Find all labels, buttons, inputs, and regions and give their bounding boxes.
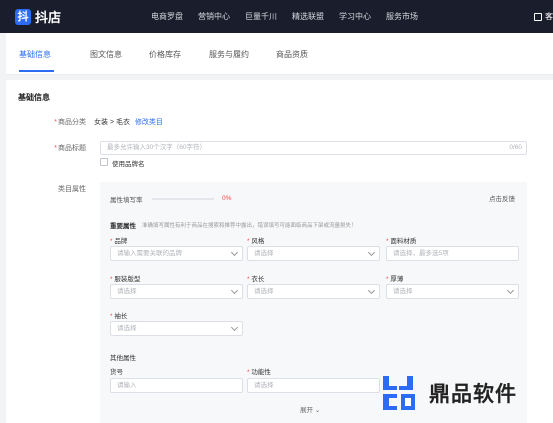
tab-basic-info[interactable]: 基础信息 (19, 49, 51, 60)
thickness-label: * 厚薄 (386, 276, 404, 283)
use-brand-label: 使用品牌名 (112, 161, 145, 168)
brand-placeholder: 请输入需要关联的品牌 (117, 250, 182, 257)
active-tab-indicator (19, 70, 54, 72)
basic-info-card: 基础信息 *商品分类 女装 > 毛衣 修改类目 *商品标题 最多允许输入30个汉… (6, 80, 553, 423)
nav-item-marketing[interactable]: 营销中心 (198, 11, 230, 22)
logo-icon: 抖 (15, 8, 31, 25)
title-placeholder: 最多允许输入30个汉字（60字符） (107, 144, 206, 151)
nav-item-alliance[interactable]: 精选联盟 (292, 11, 324, 22)
fit-placeholder: 请选择 (117, 288, 137, 295)
thickness-select[interactable]: 请选择 (386, 284, 519, 299)
tab-service[interactable]: 服务与履约 (209, 49, 249, 60)
sleeve-placeholder: 请选择 (117, 325, 137, 332)
tab-bar: 基础信息 图文信息 价格库存 服务与履约 商品资质 (6, 33, 553, 75)
category-value-row: 女装 > 毛衣 修改类目 (94, 117, 163, 127)
fabric-select[interactable]: 请选择，最多选5项 (386, 246, 519, 261)
function-label: * 功能性 (247, 369, 271, 376)
title-label-text: 商品标题 (58, 145, 86, 152)
fill-rate-value: 0% (222, 195, 232, 202)
tab-image-info[interactable]: 图文信息 (90, 49, 122, 60)
chevron-down-icon (506, 286, 515, 295)
section-title: 基础信息 (18, 93, 50, 102)
brand-label: * 品牌 (110, 238, 128, 245)
watermark: 鼎品软件 (383, 376, 517, 410)
service-icon (534, 12, 542, 21)
item-no-input[interactable]: 请输入 (110, 378, 243, 393)
function-select[interactable]: 请选择 (247, 378, 380, 393)
style-label: * 风格 (247, 238, 265, 245)
brand-select[interactable]: 请输入需要关联的品牌 (110, 246, 243, 261)
chevron-down-icon (367, 286, 376, 295)
customer-service-label: 客 (545, 12, 553, 21)
sleeve-label: * 袖长 (110, 313, 128, 320)
category-value: 女装 > 毛衣 (94, 119, 130, 126)
edit-category-link[interactable]: 修改类目 (135, 119, 163, 126)
feedback-link[interactable]: 点击反馈 (489, 193, 515, 203)
item-no-label: 货号 (110, 369, 123, 376)
important-attrs-tip: 准确填写属性有利于商品在搜索和推荐中露出，错误填写可能面临商品下架或流量损失！ (142, 223, 357, 229)
chevron-down-icon: ⌄ (314, 407, 321, 414)
function-placeholder: 请选择 (254, 382, 274, 389)
watermark-logo-icon (383, 376, 415, 410)
logo-text: 抖店 (35, 10, 62, 25)
chevron-down-icon (367, 248, 376, 257)
expand-toggle[interactable]: 展开 ⌄ (300, 404, 320, 414)
category-label-text: 商品分类 (58, 119, 86, 126)
style-select[interactable]: 请选择 (247, 246, 380, 261)
sleeve-select[interactable]: 请选择 (110, 321, 243, 336)
title-label: *商品标题 (6, 143, 86, 153)
length-label: * 衣长 (247, 276, 265, 283)
top-navbar: 抖 抖店 电商罗盘 营销中心 巨量千川 精选联盟 学习中心 服务市场 客 (0, 0, 553, 33)
product-title-input[interactable]: 最多允许输入30个汉字（60字符） 0/60 (100, 141, 527, 155)
other-attrs-title: 其他属性 (110, 355, 136, 362)
tab-price-stock[interactable]: 价格库存 (149, 49, 181, 60)
expand-label: 展开 (300, 407, 313, 414)
nav-item-compass[interactable]: 电商罗盘 (151, 11, 183, 22)
chevron-down-icon (230, 286, 239, 295)
chevron-down-icon (230, 323, 239, 332)
customer-service-link[interactable]: 客 (534, 11, 553, 22)
length-select[interactable]: 请选择 (247, 284, 380, 299)
category-label: *商品分类 (6, 117, 86, 127)
fit-label: * 服装版型 (110, 276, 141, 283)
nav-item-learning[interactable]: 学习中心 (339, 11, 371, 22)
item-no-placeholder: 请输入 (117, 382, 137, 389)
use-brand-checkbox[interactable] (100, 158, 108, 166)
fabric-label: * 面料材质 (386, 238, 417, 245)
important-attrs-title: 重要属性 (110, 223, 136, 230)
length-placeholder: 请选择 (254, 288, 274, 295)
fit-select[interactable]: 请选择 (110, 284, 243, 299)
top-nav: 电商罗盘 营销中心 巨量千川 精选联盟 学习中心 服务市场 (151, 11, 433, 22)
nav-item-qianchuan[interactable]: 巨量千川 (245, 11, 277, 22)
nav-item-service-market[interactable]: 服务市场 (386, 11, 418, 22)
app-logo[interactable]: 抖 抖店 (15, 7, 61, 26)
fabric-placeholder: 请选择，最多选5项 (393, 250, 449, 257)
style-placeholder: 请选择 (254, 250, 274, 257)
title-char-counter: 0/60 (509, 144, 522, 151)
required-mark: * (54, 145, 57, 152)
watermark-text: 鼎品软件 (429, 383, 517, 406)
fill-rate-label: 属性填写率 (110, 197, 143, 204)
attributes-label: 类目属性 (58, 186, 86, 193)
tab-qualification[interactable]: 商品资质 (276, 49, 308, 60)
chevron-down-icon (230, 248, 239, 257)
fill-rate-progress (152, 198, 214, 200)
required-mark: * (54, 119, 57, 126)
thickness-placeholder: 请选择 (393, 288, 413, 295)
